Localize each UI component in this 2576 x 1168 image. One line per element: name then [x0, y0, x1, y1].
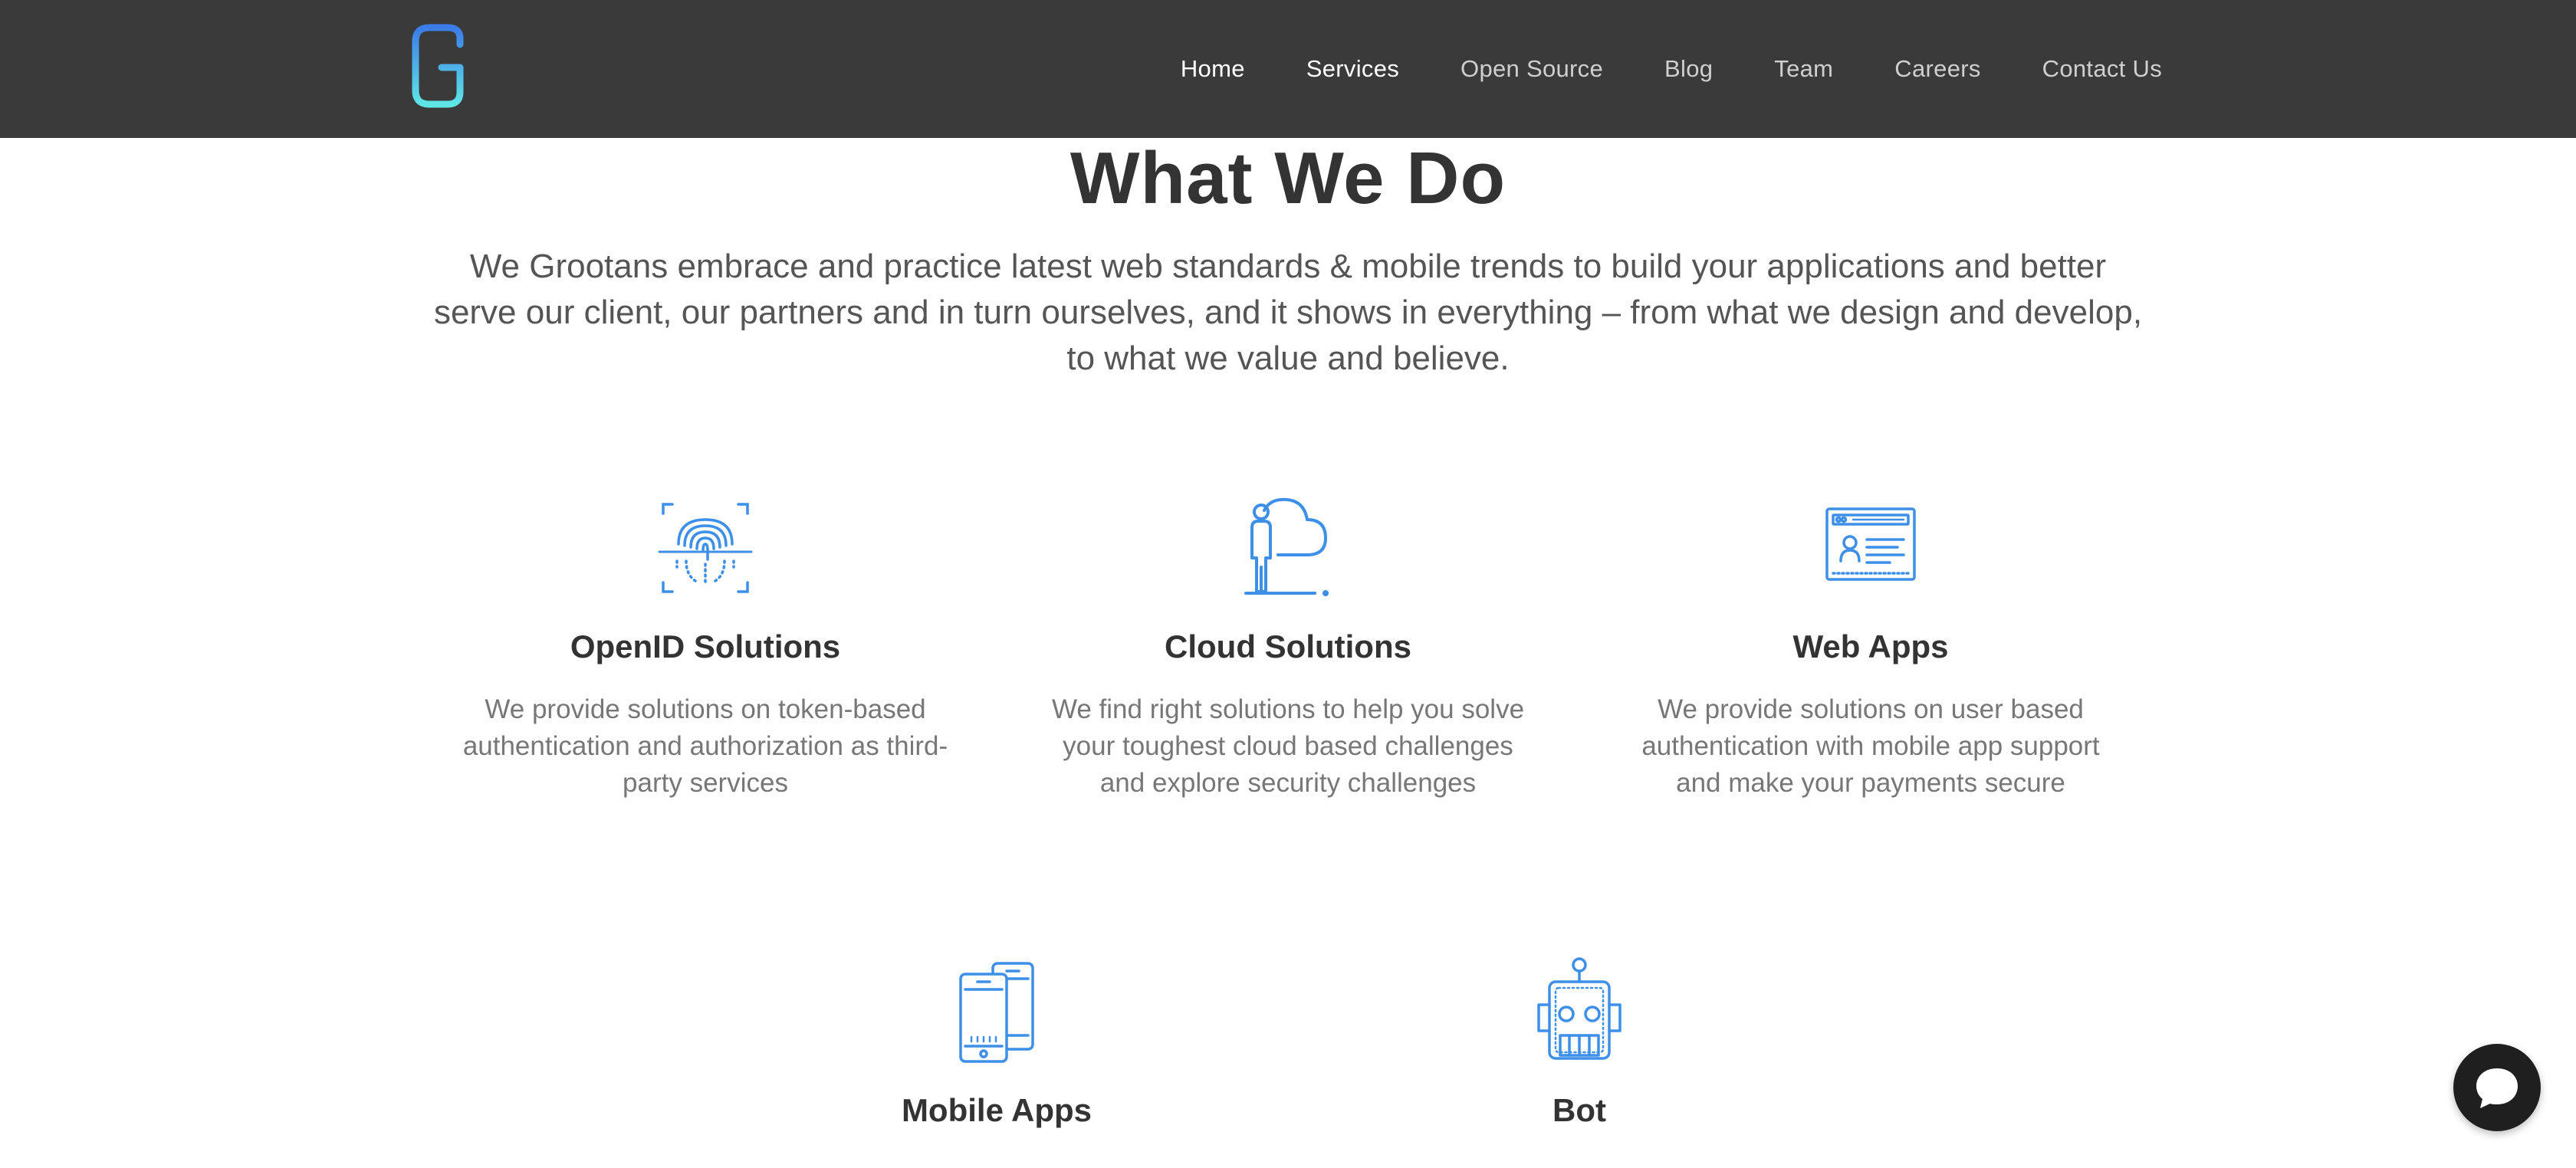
- nav-careers[interactable]: Careers: [1894, 55, 1980, 83]
- service-title: OpenID Solutions: [570, 628, 841, 664]
- web-app-icon: [1825, 507, 1916, 581]
- service-card-openid: OpenID Solutions We provide solutions on…: [437, 490, 974, 798]
- chat-widget-button[interactable]: [2453, 1044, 2541, 1131]
- grootan-logo[interactable]: [408, 21, 469, 110]
- service-card-cloud: Cloud Solutions We find right solutions …: [1020, 490, 1556, 798]
- nav-team[interactable]: Team: [1774, 55, 1833, 83]
- section-title: What We Do: [1070, 137, 1506, 219]
- robot-icon: [1537, 957, 1622, 1060]
- nav-open-source[interactable]: Open Source: [1460, 55, 1603, 83]
- service-description: We provide solutions on user based authe…: [1641, 694, 2100, 798]
- mobile-phones-icon: [959, 962, 1034, 1063]
- nav-contact-us[interactable]: Contact Us: [2042, 55, 2162, 83]
- service-description: We provide solutions on token-based auth…: [462, 694, 948, 798]
- service-card-web-apps: Web Apps We provide solutions on user ba…: [1602, 490, 2139, 798]
- nav-blog[interactable]: Blog: [1664, 55, 1713, 83]
- service-card-mobile-apps: Mobile Apps: [728, 954, 1265, 1128]
- service-title: Cloud Solutions: [1165, 628, 1411, 664]
- top-navbar: Home Services Open Source Blog Team Care…: [0, 0, 2576, 138]
- main-nav: Home Services Open Source Blog Team Care…: [1119, 0, 2162, 138]
- section-intro: We Grootans embrace and practice latest …: [433, 248, 2143, 377]
- service-title: Mobile Apps: [901, 1092, 1092, 1128]
- service-card-bot: Bot: [1311, 954, 1848, 1128]
- chat-bubble-icon: [2476, 1068, 2518, 1108]
- service-title: Bot: [1552, 1092, 1606, 1128]
- service-description: We find right solutions to help you solv…: [1051, 694, 1525, 798]
- nav-home[interactable]: Home: [1181, 55, 1245, 83]
- service-title: Web Apps: [1792, 628, 1949, 664]
- fingerprint-icon: [658, 503, 753, 593]
- cloud-person-icon: [1244, 497, 1329, 596]
- nav-services[interactable]: Services: [1306, 55, 1399, 83]
